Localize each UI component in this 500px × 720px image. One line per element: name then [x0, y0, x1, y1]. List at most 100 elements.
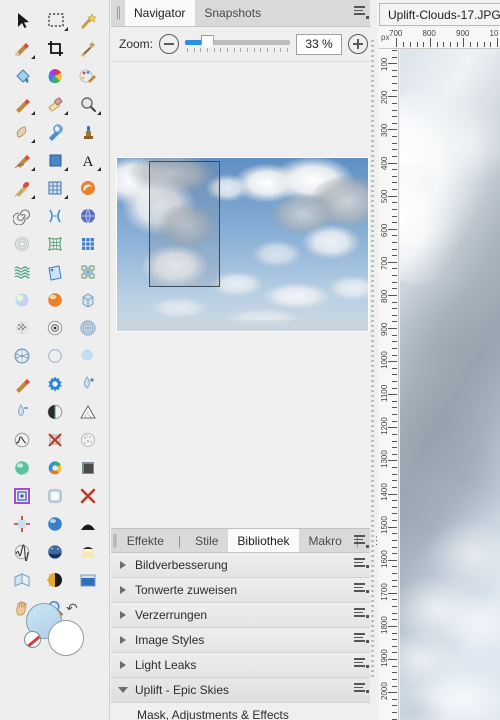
tab-bibliothek[interactable]: Bibliothek — [228, 529, 300, 552]
flood-fill-tool[interactable] — [5, 62, 38, 90]
skew-effect[interactable] — [38, 258, 71, 286]
saturation-up-tool[interactable] — [71, 370, 104, 398]
library-row-6[interactable]: Uplift - Epic Skies — [111, 678, 376, 703]
tab-snapshots[interactable]: Snapshots — [195, 0, 271, 26]
horizontal-ruler[interactable]: px 700 800 900 10 — [379, 28, 500, 49]
dock-splitter[interactable] — [370, 0, 376, 720]
crop-tool[interactable] — [38, 34, 71, 62]
clone-brush-tool[interactable] — [38, 118, 71, 146]
chevron-right-icon[interactable] — [111, 611, 135, 619]
row-menu-icon[interactable] — [354, 583, 369, 594]
tool-submenu-indicator[interactable] — [64, 167, 68, 171]
background-color-swatch[interactable] — [48, 620, 84, 656]
paint-brush-tool[interactable] — [5, 34, 38, 62]
eraser-tool[interactable] — [38, 90, 71, 118]
dust-scratch-tool[interactable] — [71, 426, 104, 454]
dropper-tool[interactable] — [71, 34, 104, 62]
transparent-color-icon[interactable] — [24, 631, 41, 648]
zoom-in-icon[interactable] — [348, 34, 368, 54]
frame-effect[interactable] — [5, 482, 38, 510]
chevron-right-icon[interactable] — [111, 586, 135, 594]
tab-makro[interactable]: Makro — [299, 529, 351, 552]
smudge-tool[interactable] — [5, 118, 38, 146]
tool-submenu-indicator[interactable] — [64, 195, 68, 199]
library-row-3[interactable]: Verzerrungen — [111, 603, 376, 628]
grip-handle-icon[interactable]: ║ — [111, 529, 119, 552]
selection-tool[interactable] — [38, 6, 71, 34]
noise-tool[interactable] — [71, 398, 104, 426]
stamp-tool[interactable] — [71, 118, 104, 146]
brush-tool[interactable] — [5, 90, 38, 118]
scratch-remover-tool[interactable] — [5, 146, 38, 174]
zoom-magnifier-tool[interactable] — [71, 90, 104, 118]
artistic-brush-tool[interactable] — [71, 62, 104, 90]
wave-graph-tool[interactable] — [5, 538, 38, 566]
tool-submenu-indicator[interactable] — [97, 167, 101, 171]
tool-submenu-indicator[interactable] — [31, 167, 35, 171]
pick-tool[interactable] — [5, 6, 38, 34]
soft-focus-effect[interactable] — [38, 482, 71, 510]
zoom-value-field[interactable]: 33 % — [296, 33, 342, 55]
sphere-effect[interactable] — [71, 202, 104, 230]
delete-effect[interactable] — [71, 482, 104, 510]
zoom-slider[interactable] — [185, 33, 290, 55]
tool-submenu-indicator[interactable] — [31, 55, 35, 59]
chevron-right-icon[interactable] — [111, 661, 135, 669]
shape-tool[interactable] — [38, 146, 71, 174]
remove-noise-tool[interactable] — [38, 426, 71, 454]
retouch-brush-tool[interactable] — [5, 370, 38, 398]
chevron-down-icon[interactable] — [111, 687, 135, 693]
saturation-down-tool[interactable] — [5, 398, 38, 426]
color-balance-tool[interactable] — [38, 454, 71, 482]
gradient-tool[interactable] — [71, 454, 104, 482]
row-menu-icon[interactable] — [354, 608, 369, 619]
library-row-2[interactable]: Tonwerte zuweisen — [111, 578, 376, 603]
swap-colors-icon[interactable]: ↶ — [66, 600, 78, 617]
zoom-out-icon[interactable] — [159, 34, 180, 54]
lamp-effect[interactable] — [71, 538, 104, 566]
lighting-effect[interactable] — [5, 510, 38, 538]
aperture-effect[interactable] — [5, 342, 38, 370]
radial-blur-effect[interactable] — [38, 314, 71, 342]
chevron-right-icon[interactable] — [111, 636, 135, 644]
library-row-1[interactable]: Bildverbesserung — [111, 553, 376, 578]
navigator-viewport-rect[interactable] — [149, 161, 220, 287]
navigator-thumbnail[interactable] — [117, 158, 368, 331]
curves-tool[interactable] — [5, 426, 38, 454]
tab-effekte[interactable]: Effekte — [118, 529, 174, 552]
ripple-effect[interactable] — [5, 230, 38, 258]
navigator-panel-menu-icon[interactable] — [352, 6, 370, 20]
soft-glow-effect[interactable] — [5, 286, 38, 314]
tool-submenu-indicator[interactable] — [31, 139, 35, 143]
pinch-effect[interactable] — [38, 202, 71, 230]
picture-tube-tool[interactable] — [5, 174, 38, 202]
ball-effect[interactable] — [38, 286, 71, 314]
text-tool[interactable]: A — [71, 146, 104, 174]
lens-flare-effect[interactable] — [71, 342, 104, 370]
color-changer-tool[interactable] — [38, 62, 71, 90]
vignette-effect[interactable] — [71, 510, 104, 538]
tool-submenu-indicator[interactable] — [64, 111, 68, 115]
concentric-effect[interactable] — [71, 314, 104, 342]
row-menu-icon[interactable] — [354, 683, 369, 694]
row-menu-icon[interactable] — [354, 558, 369, 569]
bubble-effect[interactable] — [38, 342, 71, 370]
sky-gradient-effect[interactable] — [71, 566, 104, 594]
contrast-tool[interactable] — [38, 398, 71, 426]
library-panel-menu-icon[interactable] — [352, 535, 370, 549]
tile-effect[interactable] — [71, 258, 104, 286]
settings-effect[interactable] — [38, 370, 71, 398]
twirl-effect[interactable] — [71, 174, 104, 202]
spiral-effect[interactable] — [5, 202, 38, 230]
document-titlebar[interactable]: Uplift-Clouds-17.JPG [G — [379, 3, 500, 26]
row-menu-icon[interactable] — [354, 633, 369, 644]
library-row-5[interactable]: Light Leaks — [111, 653, 376, 678]
brightness-effect[interactable] — [38, 566, 71, 594]
grip-handle-icon[interactable]: ║ — [111, 0, 125, 26]
pixelate-effect[interactable] — [71, 230, 104, 258]
color-swatch-control[interactable]: ↶ — [24, 600, 96, 660]
photo-effect[interactable] — [38, 510, 71, 538]
row-menu-icon[interactable] — [354, 658, 369, 669]
texture-effect[interactable] — [5, 314, 38, 342]
mesh-warp-tool[interactable] — [38, 174, 71, 202]
